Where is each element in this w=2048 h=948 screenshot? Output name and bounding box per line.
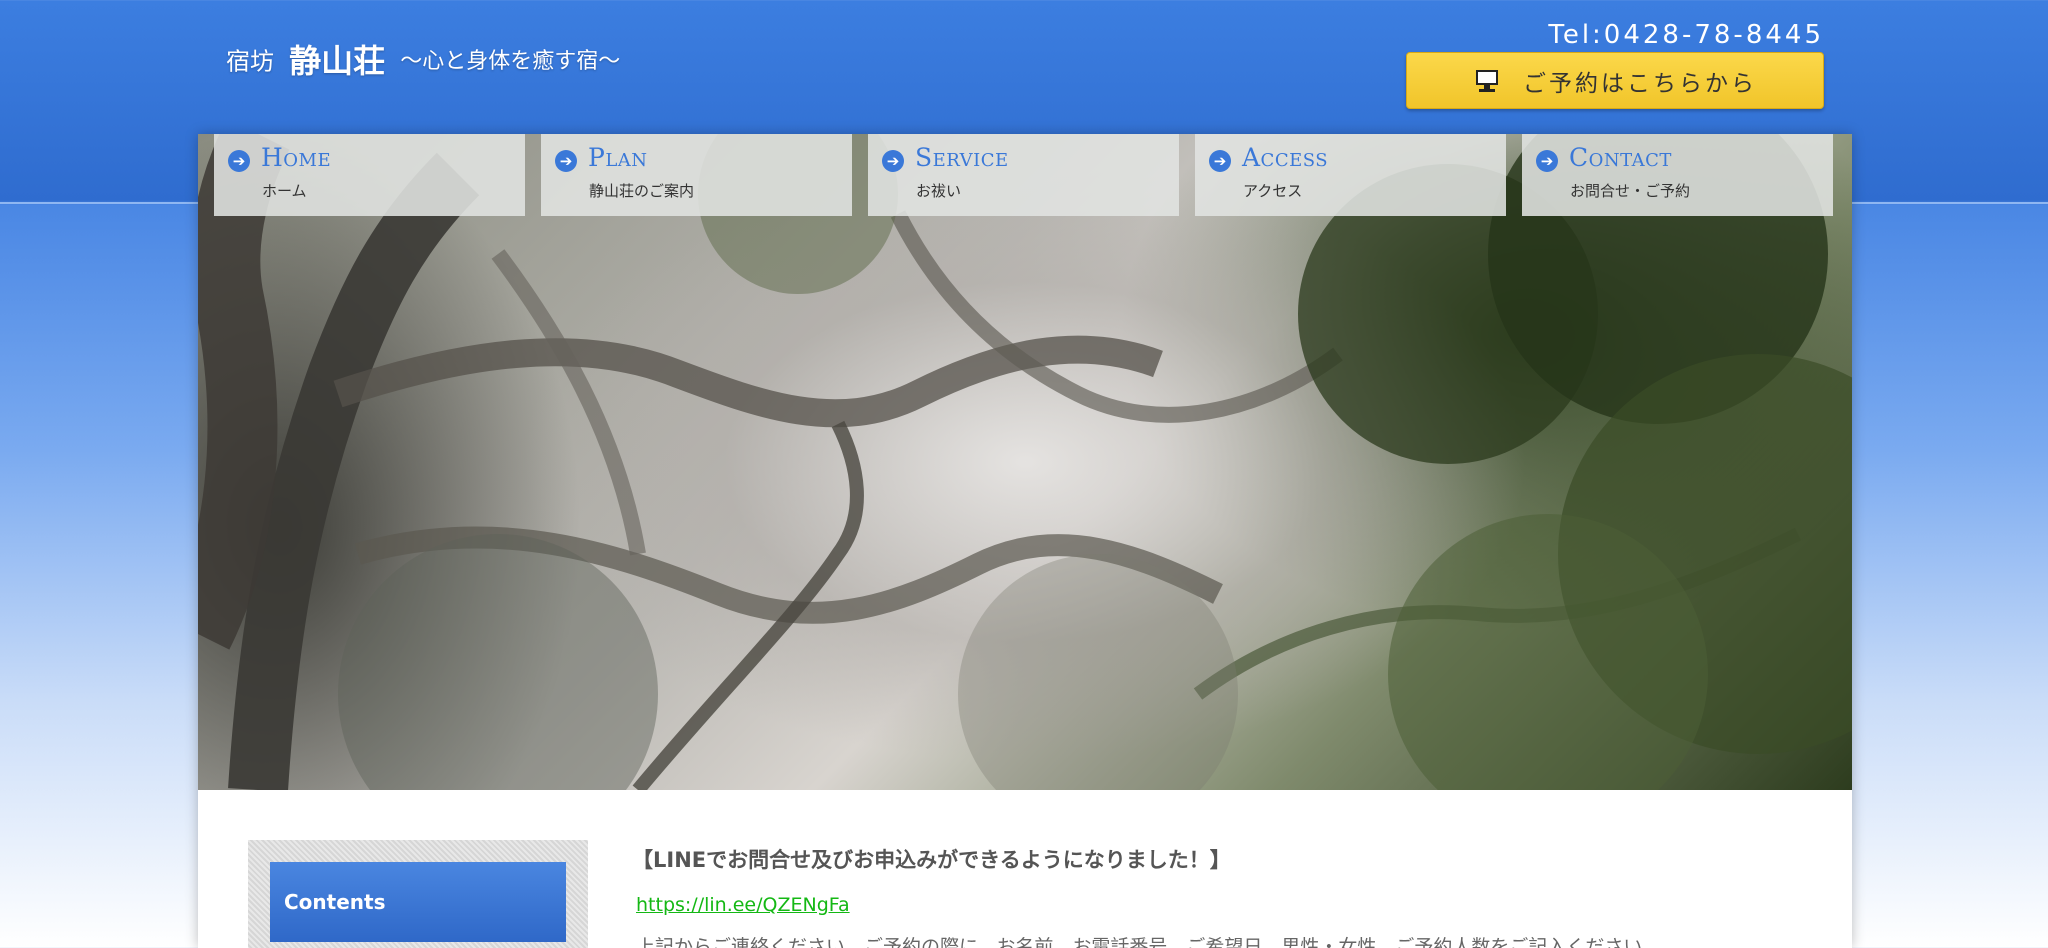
nav-item-home[interactable]: ➔ Home ホーム — [214, 134, 525, 216]
main-panel: ➔ Home ホーム ➔ Plan 静山荘のご案内 ➔ Service お祓い … — [198, 134, 1852, 948]
nav-label-en: Service — [915, 143, 1009, 172]
nav-item-plan[interactable]: ➔ Plan 静山荘のご案内 — [541, 134, 852, 216]
site-tagline: ～心と身体を癒す宿～ — [400, 49, 621, 74]
arrow-right-circle-icon: ➔ — [1536, 150, 1558, 172]
sidebar: Contents — [248, 840, 588, 948]
nav-label-jp: アクセス — [1243, 182, 1303, 200]
nav-label-jp: 静山荘のご案内 — [589, 182, 695, 200]
computer-icon — [1473, 67, 1501, 95]
nav-label-jp: お問合せ・ご予約 — [1570, 182, 1691, 200]
hero-image: ➔ Home ホーム ➔ Plan 静山荘のご案内 ➔ Service お祓い … — [198, 134, 1852, 790]
site-title-name: 静山荘 — [289, 42, 386, 80]
arrow-right-circle-icon: ➔ — [228, 150, 250, 172]
nav-label-en: Plan — [588, 143, 648, 172]
phone-number[interactable]: Tel:0428-78-8445 — [1548, 20, 1824, 50]
arrow-right-circle-icon: ➔ — [555, 150, 577, 172]
reservation-button[interactable]: ご予約はこちらから — [1406, 52, 1824, 109]
nav-label-en: Home — [261, 143, 332, 172]
reservation-button-label: ご予約はこちらから — [1523, 70, 1757, 97]
site-title[interactable]: 宿坊 静山荘 ～心と身体を癒す宿～ — [226, 36, 620, 82]
nav-item-service[interactable]: ➔ Service お祓い — [868, 134, 1179, 216]
nav-label-en: Contact — [1569, 143, 1672, 172]
announcement-headline: 【LINEでお問合せ及びお申込みができるようになりました！】 — [632, 848, 1231, 872]
sidebar-contents-heading: Contents — [270, 862, 566, 942]
nav-label-jp: ホーム — [262, 182, 307, 200]
arrow-right-circle-icon: ➔ — [1209, 150, 1231, 172]
nav-item-contact[interactable]: ➔ Contact お問合せ・ご予約 — [1522, 134, 1833, 216]
nav-item-access[interactable]: ➔ Access アクセス — [1195, 134, 1506, 216]
nav-label-jp: お祓い — [916, 182, 962, 200]
arrow-right-circle-icon: ➔ — [882, 150, 904, 172]
announcement-body: 上記からご連絡ください。ご予約の際に、お名前、お電話番号、ご希望日、男性・女性、… — [636, 936, 1662, 948]
site-title-prefix: 宿坊 — [226, 47, 274, 76]
line-link[interactable]: https://lin.ee/QZENgFa — [636, 894, 850, 916]
tree-canopy-image — [198, 134, 1852, 790]
main-nav: ➔ Home ホーム ➔ Plan 静山荘のご案内 ➔ Service お祓い … — [214, 134, 1833, 216]
main-content: 【LINEでお問合せ及びお申込みができるようになりました！】 https://l… — [632, 844, 1816, 948]
nav-label-en: Access — [1242, 143, 1329, 172]
